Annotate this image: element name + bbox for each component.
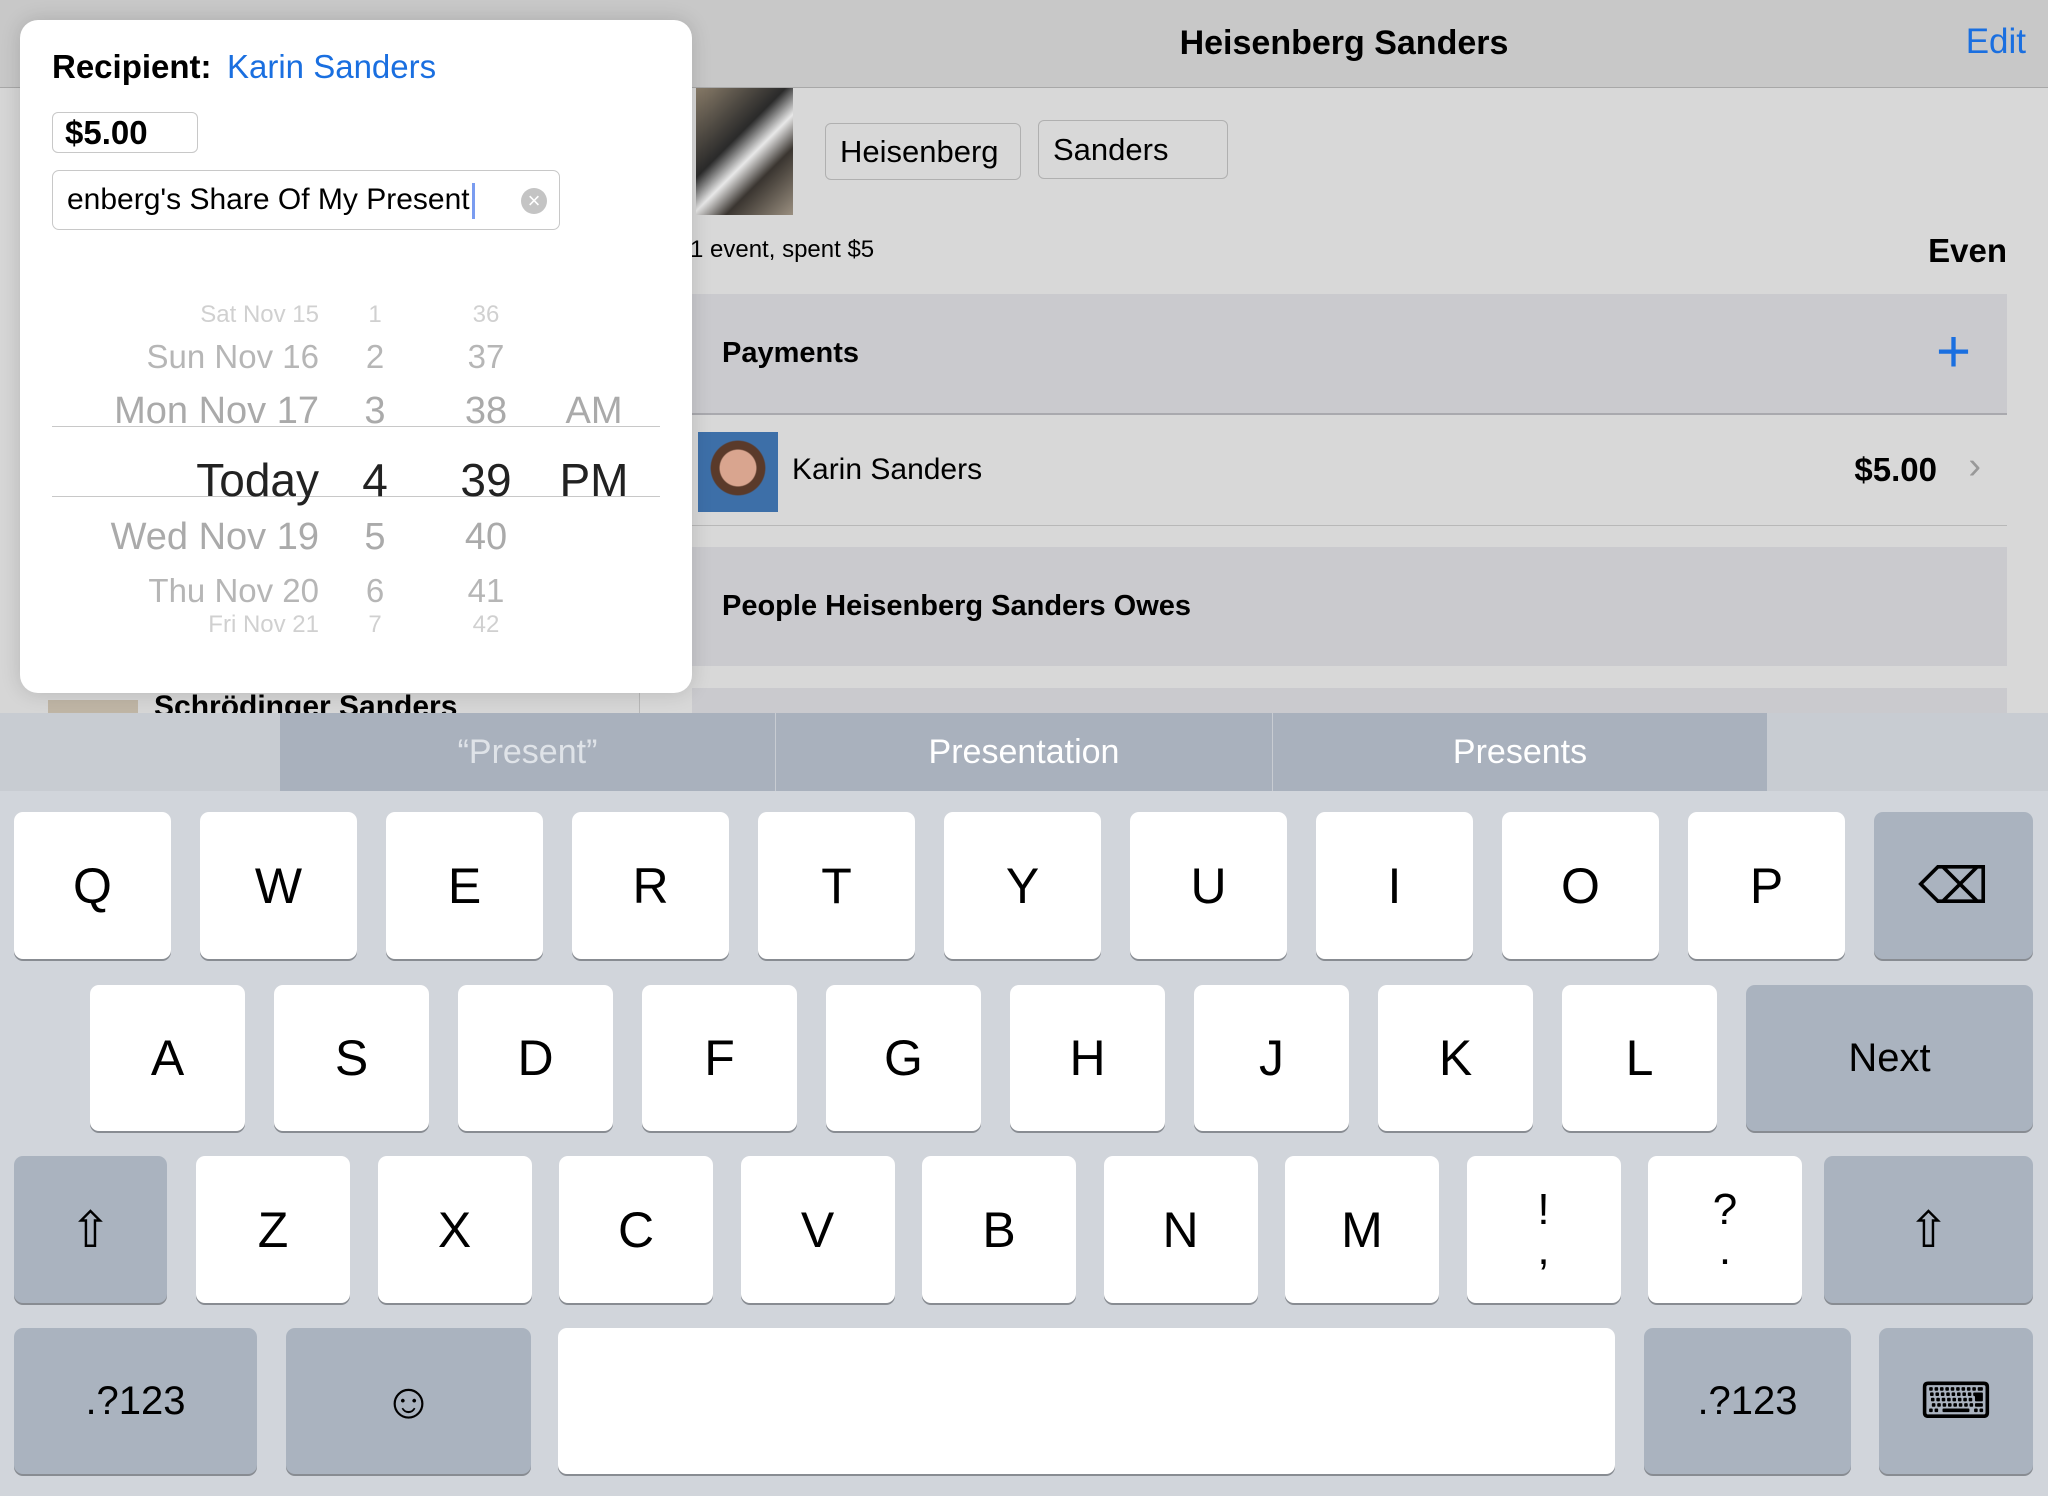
- picker-date[interactable]: Sun Nov 16: [147, 338, 319, 376]
- key-g[interactable]: G: [826, 985, 981, 1131]
- date-time-picker[interactable]: Sat Nov 15 1 36 Sun Nov 16 2 37 Mon Nov 17 3 38 T…: [20, 20, 692, 693]
- picker-ampm[interactable]: PM: [560, 453, 629, 507]
- picker-hour[interactable]: 6: [366, 572, 384, 610]
- numbers-key-right[interactable]: .?123: [1644, 1328, 1851, 1474]
- space-bar[interactable]: [558, 1328, 1615, 1474]
- payment-amount: $5.00: [1854, 451, 1937, 488]
- shift-left-icon[interactable]: ⇧: [14, 1156, 167, 1303]
- key-c[interactable]: C: [559, 1156, 713, 1303]
- payment-row[interactable]: Karin Sanders $5.00 ›: [692, 413, 2007, 526]
- payment-name: Karin Sanders: [792, 453, 983, 486]
- shift-right-icon[interactable]: ⇧: [1824, 1156, 2033, 1303]
- picker-hour[interactable]: 4: [362, 453, 388, 507]
- key-t[interactable]: T: [758, 812, 915, 959]
- key-o[interactable]: O: [1502, 812, 1659, 959]
- picker-minute[interactable]: 42: [473, 611, 500, 639]
- picker-hour[interactable]: 5: [364, 516, 385, 559]
- owes-header-label: People Heisenberg Sanders Owes: [722, 590, 1192, 622]
- key-z[interactable]: Z: [196, 1156, 350, 1303]
- plus-icon[interactable]: +: [1936, 322, 1971, 382]
- edit-button[interactable]: Edit: [1966, 22, 2026, 62]
- key-v[interactable]: V: [740, 1156, 895, 1303]
- key-x[interactable]: X: [377, 1156, 532, 1303]
- key-e[interactable]: E: [386, 812, 543, 959]
- key-k[interactable]: K: [1378, 985, 1533, 1131]
- numbers-key-left[interactable]: .?123: [14, 1328, 257, 1474]
- key-exclaim-comma[interactable]: ! ,: [1466, 1156, 1621, 1303]
- page-title: Heisenberg Sanders: [1179, 24, 1509, 62]
- next-button[interactable]: Next: [1746, 985, 2033, 1131]
- picker-minute[interactable]: 38: [465, 390, 507, 433]
- emoji-icon[interactable]: ☺: [286, 1328, 531, 1474]
- delete-icon[interactable]: ⌫: [1874, 812, 2033, 959]
- picker-date[interactable]: Thu Nov 20: [148, 572, 319, 610]
- payments-section-header: Payments +: [692, 294, 2007, 413]
- keyboard-dismiss-icon[interactable]: ⌨: [1879, 1328, 2033, 1474]
- picker-hour[interactable]: 1: [368, 301, 381, 329]
- payment-popover: Recipient: Karin Sanders $5.00 enberg's …: [20, 20, 692, 693]
- key-l[interactable]: L: [1562, 985, 1717, 1131]
- key-y[interactable]: Y: [944, 812, 1101, 959]
- key-p[interactable]: P: [1688, 812, 1845, 959]
- key-n[interactable]: N: [1103, 1156, 1258, 1303]
- picker-minute[interactable]: 37: [468, 338, 505, 376]
- stats-text: 1 event, spent $5: [690, 236, 875, 263]
- payments-header-label: Payments: [722, 337, 860, 369]
- picker-hour[interactable]: 3: [364, 390, 385, 433]
- picker-minute[interactable]: 41: [468, 572, 505, 610]
- picker-minute[interactable]: 40: [465, 516, 507, 559]
- key-d[interactable]: D: [458, 985, 613, 1131]
- owes-section-header: People Heisenberg Sanders Owes: [692, 547, 2007, 666]
- avatar: [698, 432, 778, 512]
- key-m[interactable]: M: [1285, 1156, 1439, 1303]
- key-b[interactable]: B: [922, 1156, 1076, 1303]
- key-j[interactable]: J: [1194, 985, 1349, 1131]
- key-r[interactable]: R: [572, 812, 729, 959]
- key-f[interactable]: F: [642, 985, 797, 1131]
- balance-status: Even: [1928, 232, 2007, 269]
- keyboard: “Present” Presentation Presents QWERTYUI…: [0, 713, 2048, 1496]
- chevron-right-icon: ›: [1968, 445, 1981, 487]
- picker-minute[interactable]: 36: [473, 301, 500, 329]
- picker-hour[interactable]: 2: [366, 338, 384, 376]
- picker-date[interactable]: Fri Nov 21: [208, 611, 319, 639]
- picker-ampm[interactable]: AM: [566, 390, 623, 433]
- first-name-field[interactable]: Heisenberg: [825, 123, 1021, 180]
- picker-minute[interactable]: 39: [460, 453, 511, 507]
- key-a[interactable]: A: [90, 985, 245, 1131]
- picker-hour[interactable]: 7: [368, 611, 381, 639]
- person-photo[interactable]: [696, 88, 793, 215]
- picker-date[interactable]: Wed Nov 19: [111, 516, 319, 559]
- picker-date[interactable]: Mon Nov 17: [114, 390, 319, 433]
- picker-date[interactable]: Sat Nov 15: [200, 301, 319, 329]
- picker-date[interactable]: Today: [196, 453, 319, 507]
- key-q[interactable]: Q: [14, 812, 171, 959]
- last-name-field[interactable]: Sanders: [1038, 120, 1228, 179]
- key-question-period[interactable]: ? .: [1648, 1156, 1802, 1303]
- key-w[interactable]: W: [200, 812, 357, 959]
- list-item-thumbnail: [48, 700, 138, 714]
- key-s[interactable]: S: [274, 985, 429, 1131]
- key-h[interactable]: H: [1010, 985, 1165, 1131]
- key-i[interactable]: I: [1316, 812, 1473, 959]
- key-u[interactable]: U: [1130, 812, 1287, 959]
